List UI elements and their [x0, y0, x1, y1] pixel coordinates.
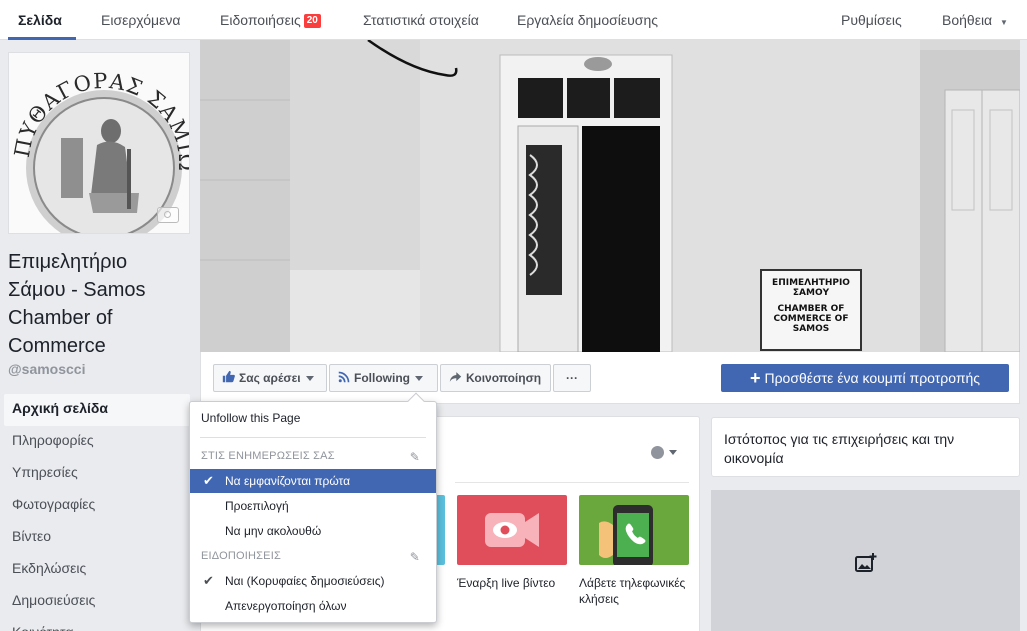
share-label: Κοινοποίηση	[466, 371, 542, 385]
settings-link[interactable]: Ρυθμίσεις	[841, 0, 902, 40]
sign-line: ΣΑΜΟΥ	[792, 288, 830, 298]
video-camera-icon	[485, 513, 539, 547]
sign-line: COMMERCE OF	[773, 314, 849, 324]
add-cta-button[interactable]: + Προσθέστε ένα κουμπί προτροπής	[721, 364, 1009, 392]
see-first-label: Να εμφανίζονται πρώτα	[225, 474, 351, 488]
globe-dropdown[interactable]	[651, 445, 683, 461]
tab-publishing-tools[interactable]: Εργαλεία δημοσίευσης	[517, 0, 658, 40]
left-navigation: Αρχική σελίδα Πληροφορίες Υπηρεσίες Φωτο…	[4, 394, 190, 631]
camera-icon[interactable]	[157, 207, 179, 223]
leftnav-events[interactable]: Εκδηλώσεις	[4, 554, 190, 586]
rss-icon	[338, 366, 350, 392]
phone-calls-tile[interactable]	[579, 495, 689, 567]
phone-icon	[599, 505, 653, 567]
active-tab-indicator	[8, 37, 76, 40]
sign-line: ΕΠΙΜΕΛΗΤΗΡΙΟ	[772, 278, 850, 288]
tab-insights[interactable]: Στατιστικά στοιχεία	[363, 0, 479, 40]
leftnav-community[interactable]: Κοινότητα	[4, 618, 190, 631]
check-icon: ✔	[203, 573, 214, 588]
unfollow-item[interactable]: Να μην ακολουθώ	[190, 519, 436, 543]
tab-inbox[interactable]: Εισερχόμενα	[101, 0, 180, 40]
notifications-section-title: ΕΙΔΟΠΟΙΗΣΕΙΣ	[201, 550, 281, 562]
pencil-icon[interactable]: ✎	[410, 550, 420, 564]
notifications-section-header: ΕΙΔΟΠΟΙΗΣΕΙΣ ✎	[201, 550, 426, 564]
sign-line: SAMOS	[792, 324, 830, 334]
like-button[interactable]: Σας αρέσει	[213, 364, 327, 392]
page-category[interactable]: Ιστότοπος για τις επιχειρήσεις και την ο…	[724, 431, 954, 466]
notifications-on-label: Ναι (Κορυφαίες δημοσιεύσεις)	[225, 574, 385, 588]
more-dots-icon: ···	[566, 371, 578, 385]
tab-notifications[interactable]: Ειδοποιήσεις 20	[220, 0, 321, 40]
leftnav-services[interactable]: Υπηρεσίες	[4, 458, 190, 490]
help-menu[interactable]: Βοήθεια ▼	[942, 0, 1008, 40]
chevron-down-icon	[305, 376, 314, 382]
tab-notifications-label: Ειδοποιήσεις	[220, 12, 301, 28]
plus-icon: +	[749, 368, 761, 388]
cover-photo[interactable]: ΕΠΙΜΕΛΗΤΗΡΙΟ ΣΑΜΟΥ CHAMBER OF COMMERCE O…	[200, 40, 1020, 352]
leftnav-about[interactable]: Πληροφορίες	[4, 426, 190, 458]
chevron-down-icon	[669, 450, 677, 456]
globe-icon	[651, 446, 664, 460]
feed-section-title: ΣΤΙΣ ΕΝΗΜΕΡΩΣΕΙΣ ΣΑΣ	[201, 450, 335, 462]
thumbs-up-icon	[222, 366, 235, 392]
leftnav-videos[interactable]: Βίντεο	[4, 522, 190, 554]
dropdown-separator	[200, 437, 426, 438]
notifications-on-item[interactable]: ✔ Ναι (Κορυφαίες δημοσιεύσεις)	[190, 569, 436, 593]
leftnav-photos[interactable]: Φωτογραφίες	[4, 490, 190, 522]
following-dropdown-menu: Unfollow this Page ΣΤΙΣ ΕΝΗΜΕΡΩΣΕΙΣ ΣΑΣ …	[189, 392, 437, 623]
more-options-button[interactable]: ···	[553, 364, 591, 392]
default-item[interactable]: Προεπιλογή	[190, 494, 436, 518]
notifications-off-item[interactable]: Απενεργοποίηση όλων	[190, 594, 436, 618]
leftnav-posts[interactable]: Δημοσιεύσεις	[4, 586, 190, 618]
phone-calls-label[interactable]: Λάβετε τηλεφωνικές κλήσεις	[579, 575, 699, 607]
photo-placeholder[interactable]	[711, 490, 1020, 631]
help-label: Βοήθεια	[942, 12, 993, 28]
page-action-bar: Σας αρέσει Following Κοινοποίηση ··· + Πρ…	[200, 352, 1020, 404]
cover-sign: ΕΠΙΜΕΛΗΤΗΡΙΟ ΣΑΜΟΥ CHAMBER OF COMMERCE O…	[761, 278, 861, 334]
live-video-label[interactable]: Έναρξη live βίντεο	[457, 575, 577, 591]
cta-label: Προσθέστε ένα κουμπί προτροπής	[764, 370, 981, 386]
chevron-down-icon: ▼	[1000, 18, 1008, 27]
sign-line: CHAMBER OF	[777, 304, 845, 314]
see-first-item[interactable]: ✔ Να εμφανίζονται πρώτα	[190, 469, 436, 493]
profile-picture[interactable]: ΠΥΘΑΓΟΡΑΣ ΣΑΜΙΩΝ	[8, 52, 190, 234]
following-button[interactable]: Following	[329, 364, 438, 392]
share-arrow-icon	[449, 366, 462, 392]
like-label: Σας αρέσει	[239, 371, 301, 385]
following-label: Following	[354, 371, 410, 385]
pencil-icon[interactable]: ✎	[410, 450, 420, 464]
share-button[interactable]: Κοινοποίηση	[440, 364, 551, 392]
page-category-card: Ιστότοπος για τις επιχειρήσεις και την ο…	[711, 417, 1020, 477]
page-username[interactable]: @samoscci	[8, 361, 85, 377]
card-divider	[455, 482, 689, 483]
chevron-down-icon	[415, 376, 423, 382]
feed-section-header: ΣΤΙΣ ΕΝΗΜΕΡΩΣΕΙΣ ΣΑΣ ✎	[201, 450, 426, 464]
notification-badge: 20	[303, 14, 321, 28]
unfollow-page-item[interactable]: Unfollow this Page	[190, 406, 436, 430]
cover-building-image	[200, 40, 1020, 352]
live-video-tile[interactable]	[457, 495, 567, 565]
top-navigation: Σελίδα Εισερχόμενα Ειδοποιήσεις 20 Στατισ…	[0, 0, 1027, 40]
tab-page[interactable]: Σελίδα	[18, 0, 62, 40]
page-title: Επιμελητήριο Σάμου - Samos Chamber of Co…	[8, 251, 146, 357]
check-icon: ✔	[203, 473, 214, 488]
add-photo-icon	[855, 553, 877, 572]
leftnav-home[interactable]: Αρχική σελίδα	[4, 394, 190, 426]
